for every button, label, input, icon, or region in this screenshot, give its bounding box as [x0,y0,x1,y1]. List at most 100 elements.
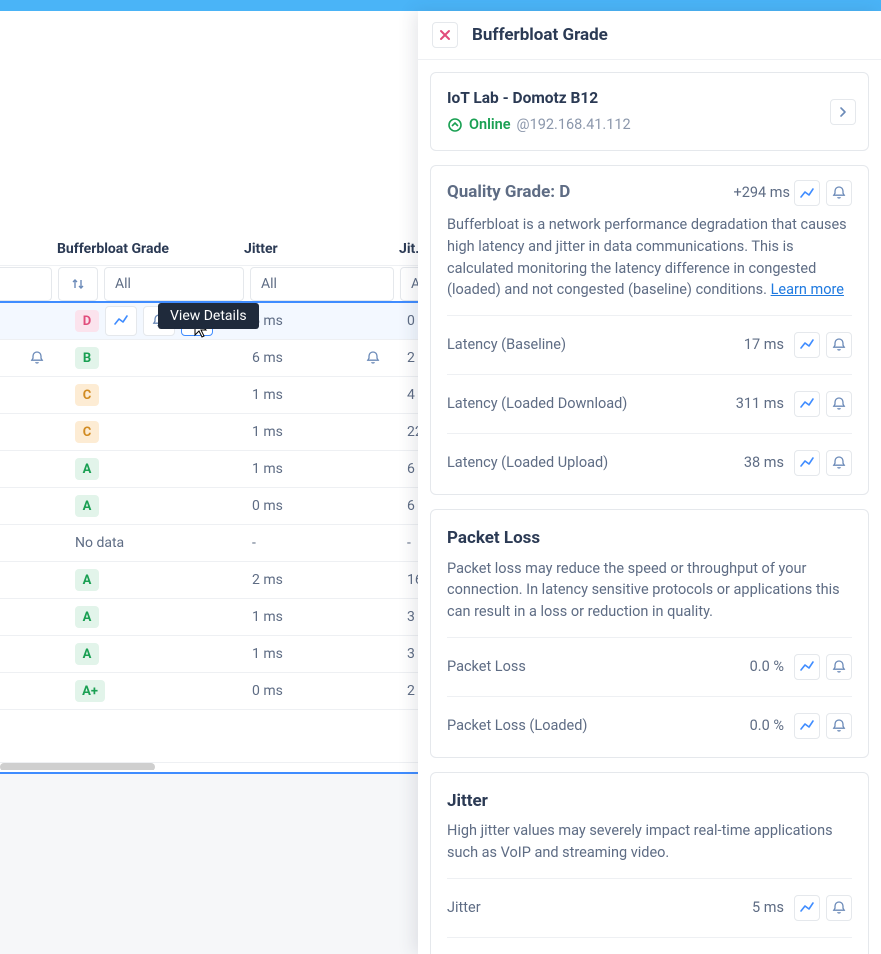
details-panel: Bufferbloat Grade IoT Lab - Domotz B12 O… [418,11,881,954]
metric-row: Latency (Loaded Download) 311 ms [447,374,852,433]
grade-badge: C [75,384,99,406]
metric-chart-button[interactable] [794,713,820,739]
table-row[interactable]: A2 ms16 [0,562,480,599]
close-button[interactable] [432,22,458,48]
learn-more-link[interactable]: Learn more [771,281,844,298]
metric-row: Packet Loss (Loaded) 0.0 % [447,696,852,743]
grade-badge: A [75,606,99,628]
bell-icon [29,350,45,366]
grade-table: s R... Bufferbloat Grade Jitter Jit... A… [0,241,480,710]
quality-chart-button[interactable] [794,180,820,206]
grade-badge: A [75,458,99,480]
filter-jitter[interactable]: All [250,267,394,301]
row-chart-button[interactable] [105,306,137,336]
no-data-label: No data [75,535,124,551]
filter-r[interactable] [0,267,52,301]
table-row[interactable]: A1 ms3 m [0,636,480,673]
quality-heading: Quality Grade: D [447,180,570,206]
metric-alert-button[interactable] [826,713,852,739]
table-row[interactable]: C1 ms4 m [0,377,480,414]
tooltip-view-details: View Details [158,303,259,329]
packet-heading: Packet Loss [447,526,852,552]
metric-chart-button[interactable] [794,450,820,476]
chart-icon [799,900,815,916]
jitter-value: 1 ms [252,424,283,440]
bell-icon [831,455,847,471]
metric-value: 311 ms [736,393,784,415]
metric-row: Latency (Loaded Upload) 38 ms [447,433,852,480]
metric-label: Latency (Loaded Download) [447,393,627,415]
jitter-desc: High jitter values may severely impact r… [447,820,852,864]
metric-chart-button[interactable] [794,332,820,358]
metric-row: Jitter (Loaded Download)0 ms [447,937,852,954]
grade-badge: A+ [75,680,105,702]
grade-badge: A [75,643,99,665]
metric-row: Latency (Baseline)17 ms [447,315,852,374]
metric-alert-button[interactable] [826,450,852,476]
jitter-value: 0 ms [252,498,283,514]
col-header-r[interactable]: s R... [0,241,57,257]
jitter-value: 1 ms [252,461,283,477]
bell-icon [831,718,847,734]
sort-button[interactable] [58,267,98,301]
filter-grade[interactable]: All [104,267,244,301]
metric-value: 5 ms [752,897,784,919]
table-row[interactable]: A0 ms6 m [0,488,480,525]
table-row[interactable]: A1 ms6 m [0,451,480,488]
status-up-icon [447,117,463,133]
col-header-grade[interactable]: Bufferbloat Grade [57,241,244,257]
sort-icon [70,276,86,292]
chart-icon [799,186,815,200]
card-quality: Quality Grade: D +294 ms Bufferbloat is … [430,165,869,495]
metric-alert-button[interactable] [826,391,852,417]
metric-label: Packet Loss (Loaded) [447,715,587,737]
bell-icon [831,337,847,353]
metric-row: Jitter5 ms [447,878,852,937]
chart-icon [799,659,815,675]
metric-value: 0.0 % [750,715,784,737]
jitter-value: 1 ms [252,646,283,662]
metric-label: Packet Loss [447,656,526,678]
metric-value: 38 ms [744,452,784,474]
quality-alert-button[interactable] [826,180,852,206]
metric-label: Latency (Loaded Upload) [447,452,608,474]
bell-icon [365,350,381,366]
metric-chart-button[interactable] [794,391,820,417]
site-ip: @192.168.41.112 [517,114,631,136]
bell-icon [831,900,847,916]
panel-title: Bufferbloat Grade [472,25,608,45]
metric-chart-button[interactable] [794,895,820,921]
site-name: IoT Lab - Domotz B12 [447,87,852,110]
metric-alert-button[interactable] [826,895,852,921]
metric-alert-button[interactable] [826,654,852,680]
card-site: IoT Lab - Domotz B12 Online @192.168.41.… [430,72,869,151]
metric-value: 17 ms [744,334,784,356]
grade-badge: B [75,347,99,369]
chart-icon [799,337,815,353]
table-filters: All All A [0,265,480,303]
table-row[interactable]: A+0 ms2 m [0,673,480,710]
grade-badge: D [75,310,99,332]
card-jitter: Jitter High jitter values may severely i… [430,772,869,954]
table-row[interactable]: No data-- [0,525,480,562]
table-row[interactable]: A1 ms3 m [0,599,480,636]
top-accent-bar [0,0,881,11]
col-header-jitter[interactable]: Jitter [244,241,399,257]
table-row[interactable]: B6 ms2 m [0,340,480,377]
chart-icon [799,396,815,412]
grade-badge: A [75,495,99,517]
jitter-value: 1 ms [252,609,283,625]
expand-site-button[interactable] [830,99,856,125]
grade-badge: A [75,569,99,591]
card-packet-loss: Packet Loss Packet loss may reduce the s… [430,509,869,758]
jitter-value: - [252,535,256,551]
packet-desc: Packet loss may reduce the speed or thro… [447,558,852,623]
chart-icon [799,455,815,471]
status-text: Online [469,114,511,136]
jitter-value: 2 ms [252,572,283,588]
metric-chart-button[interactable] [794,654,820,680]
close-icon [437,27,453,43]
quality-delta: +294 ms [734,182,790,204]
table-row[interactable]: C1 ms22 [0,414,480,451]
metric-alert-button[interactable] [826,332,852,358]
